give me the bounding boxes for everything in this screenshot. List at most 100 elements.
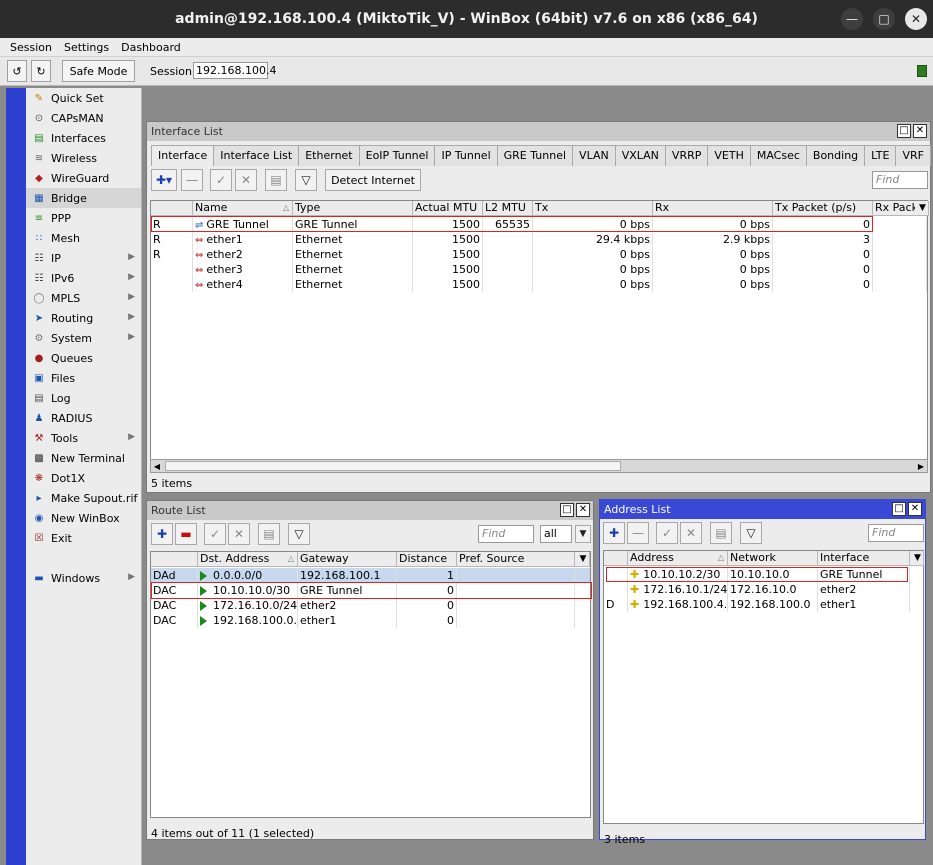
tab-gre-tunnel[interactable]: GRE Tunnel — [496, 145, 574, 166]
dropdown-icon[interactable]: ▼ — [575, 525, 591, 543]
sidebar-item-ipv6[interactable]: ☷ IPv6 ▶ — [26, 268, 141, 288]
interface-horizontal-scrollbar[interactable]: ◀ ▶ — [150, 459, 928, 473]
disable-icon[interactable]: ✕ — [235, 169, 257, 191]
redo-icon[interactable]: ↻ — [31, 60, 51, 82]
sidebar-item-wireless[interactable]: ≋ Wireless — [26, 148, 141, 168]
add-icon[interactable]: ✚ — [151, 523, 173, 545]
sidebar-item-mesh[interactable]: ∷ Mesh — [26, 228, 141, 248]
filter-icon[interactable]: ▽ — [740, 522, 762, 544]
sidebar-item-routing[interactable]: ➤ Routing ▶ — [26, 308, 141, 328]
sidebar-item-queues[interactable]: ● Queues — [26, 348, 141, 368]
sidebar-item-files[interactable]: ▣ Files — [26, 368, 141, 388]
enable-icon[interactable]: ✓ — [656, 522, 678, 544]
column-pref-source[interactable]: Pref. Source — [457, 552, 575, 567]
scroll-thumb[interactable] — [165, 461, 621, 471]
tab-veth[interactable]: VETH — [707, 145, 751, 166]
column-tx[interactable]: Tx — [533, 201, 653, 216]
undo-icon[interactable]: ↺ — [7, 60, 27, 82]
interface-list-titlebar[interactable]: Interface List □ ✕ — [147, 122, 930, 141]
sidebar-item-radius[interactable]: ♟ RADIUS — [26, 408, 141, 428]
column-distance[interactable]: Distance — [397, 552, 457, 567]
maximize-icon[interactable]: □ — [873, 8, 895, 30]
column-tx-packet[interactable]: Tx Packet (p/s) — [773, 201, 873, 216]
sidebar-item-dot1x[interactable]: ❋ Dot1X — [26, 468, 141, 488]
menu-settings[interactable]: Settings — [64, 41, 109, 54]
tab-ethernet[interactable]: Ethernet — [298, 145, 360, 166]
detect-internet-button[interactable]: Detect Internet — [325, 169, 421, 191]
tab-interface-list[interactable]: Interface List — [213, 145, 300, 166]
remove-icon[interactable]: — — [181, 169, 203, 191]
window-titlebar[interactable]: admin@192.168.100.4 (MiktoTik_V) - WinBo… — [0, 0, 933, 38]
route-find-input[interactable]: Find — [478, 525, 534, 543]
column-flag[interactable] — [604, 551, 628, 566]
close-icon[interactable]: ✕ — [908, 502, 922, 516]
column-flag[interactable] — [151, 201, 193, 216]
sidebar-item-bridge[interactable]: ▦ Bridge — [26, 188, 141, 208]
sidebar-item-make-supout-rif[interactable]: ▸ Make Supout.rif — [26, 488, 141, 508]
sidebar-item-mpls[interactable]: ◯ MPLS ▶ — [26, 288, 141, 308]
sidebar-item-interfaces[interactable]: ▤ Interfaces — [26, 128, 141, 148]
columns-dropdown-icon[interactable]: ▼ — [915, 201, 929, 216]
column-gateway[interactable]: Gateway — [298, 552, 397, 567]
sidebar-item-ip[interactable]: ☷ IP ▶ — [26, 248, 141, 268]
column-l2-mtu[interactable]: L2 MTU — [483, 201, 533, 216]
filter-icon[interactable]: ▽ — [288, 523, 310, 545]
column-type[interactable]: Type — [293, 201, 413, 216]
route-list-titlebar[interactable]: Route List □ ✕ — [147, 501, 593, 520]
sidebar-item-windows[interactable]: ▬ Windows ▶ — [26, 568, 141, 588]
address-list-titlebar[interactable]: Address List □ ✕ — [600, 500, 925, 519]
scroll-right-icon[interactable]: ▶ — [915, 461, 927, 472]
restore-icon[interactable]: □ — [560, 503, 574, 517]
column-interface[interactable]: Interface — [818, 551, 910, 566]
sidebar-item-new-terminal[interactable]: ▩ New Terminal — [26, 448, 141, 468]
menu-session[interactable]: Session — [10, 41, 52, 54]
address-find-input[interactable]: Find — [868, 524, 924, 542]
comment-icon[interactable]: ▤ — [710, 522, 732, 544]
scroll-left-icon[interactable]: ◀ — [151, 461, 163, 472]
restore-icon[interactable]: □ — [892, 502, 906, 516]
enable-icon[interactable]: ✓ — [204, 523, 226, 545]
add-icon[interactable]: ✚▾ — [151, 169, 177, 191]
tab-bonding[interactable]: Bonding — [805, 145, 866, 166]
enable-icon[interactable]: ✓ — [210, 169, 232, 191]
filter-icon[interactable]: ▽ — [295, 169, 317, 191]
close-icon[interactable]: ✕ — [576, 503, 590, 517]
tab-ip-tunnel[interactable]: IP Tunnel — [434, 145, 498, 166]
close-icon[interactable]: ✕ — [913, 124, 927, 138]
comment-icon[interactable]: ▤ — [258, 523, 280, 545]
sidebar-item-quick-set[interactable]: ✎ Quick Set — [26, 88, 141, 108]
route-filter-select[interactable]: all — [540, 525, 572, 543]
column-rx[interactable]: Rx — [653, 201, 773, 216]
column-dst-address[interactable]: Dst. Address △ — [198, 552, 298, 567]
tab-macsec[interactable]: MACsec — [749, 145, 807, 166]
sidebar-item-capsman[interactable]: ⊙ CAPsMAN — [26, 108, 141, 128]
add-icon[interactable]: ✚ — [603, 522, 625, 544]
columns-dropdown-icon[interactable]: ▼ — [910, 551, 924, 566]
remove-icon[interactable]: ▬ — [175, 523, 197, 545]
sidebar-item-exit[interactable]: ☒ Exit — [26, 528, 141, 548]
tab-vxlan[interactable]: VXLAN — [614, 145, 666, 166]
column-name[interactable]: Name △ — [193, 201, 293, 216]
column-actual-mtu[interactable]: Actual MTU — [413, 201, 483, 216]
sidebar-item-new-winbox[interactable]: ◉ New WinBox — [26, 508, 141, 528]
menu-dashboard[interactable]: Dashboard — [121, 41, 181, 54]
tab-vlan[interactable]: VLAN — [572, 145, 616, 166]
column-flag[interactable] — [151, 552, 198, 567]
sidebar-item-log[interactable]: ▤ Log — [26, 388, 141, 408]
session-value[interactable]: 192.168.100.4 — [193, 62, 276, 79]
tab-vrrp[interactable]: VRRP — [664, 145, 709, 166]
tab-vrf[interactable]: VRF — [895, 145, 931, 166]
disable-icon[interactable]: ✕ — [228, 523, 250, 545]
tab-lte[interactable]: LTE — [864, 145, 897, 166]
minimize-icon[interactable]: — — [841, 8, 863, 30]
column-network[interactable]: Network — [728, 551, 818, 566]
close-icon[interactable]: ✕ — [905, 8, 927, 30]
sidebar-item-tools[interactable]: ⚒ Tools ▶ — [26, 428, 141, 448]
safe-mode-button[interactable]: Safe Mode — [62, 60, 135, 82]
tab-interface[interactable]: Interface — [151, 145, 215, 166]
column-address[interactable]: Address △ — [628, 551, 728, 566]
sidebar-item-system[interactable]: ⚙ System ▶ — [26, 328, 141, 348]
columns-dropdown-icon[interactable]: ▼ — [575, 552, 590, 567]
restore-icon[interactable]: □ — [897, 124, 911, 138]
sidebar-item-ppp[interactable]: ≡ PPP — [26, 208, 141, 228]
